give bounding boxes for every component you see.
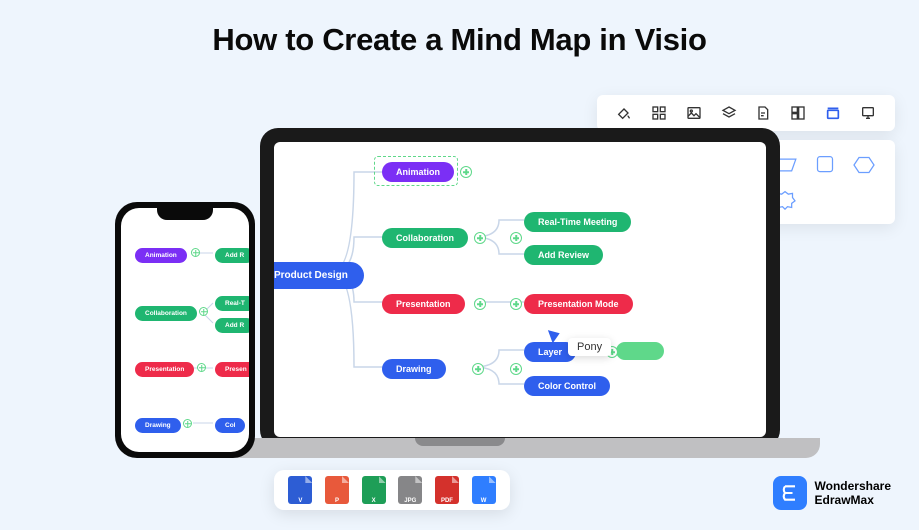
layout-icon[interactable] <box>789 104 807 122</box>
node-collaboration[interactable]: Collaboration <box>382 228 468 248</box>
phone-leaf-real[interactable]: Real-T <box>215 296 249 311</box>
grid-icon[interactable] <box>650 104 668 122</box>
laptop-hinge <box>415 438 505 446</box>
node-realtime[interactable]: Real-Time Meeting <box>524 212 631 232</box>
add-node-icon[interactable] <box>472 363 484 375</box>
phone-node-animation[interactable]: Animation <box>135 248 187 263</box>
format-word-icon: W <box>472 476 496 504</box>
paint-bucket-icon[interactable] <box>615 104 633 122</box>
brand-top: Wondershare <box>815 479 891 493</box>
phone-node-pres[interactable]: Presentation <box>135 362 194 377</box>
node-addreview[interactable]: Add Review <box>524 245 603 265</box>
format-excel-icon: X <box>362 476 386 504</box>
brand-bottom: EdrawMax <box>815 493 891 507</box>
page-title: How to Create a Mind Map in Visio <box>0 0 919 58</box>
phone-device: Animation Collaboration Presentation Dra… <box>115 202 255 458</box>
laptop-device: Product Design Animation Collaboration P… <box>260 128 780 448</box>
add-node-icon[interactable] <box>460 166 472 178</box>
format-jpg-icon: JPG <box>398 476 422 504</box>
shape-square[interactable] <box>812 155 838 175</box>
phone-screen: Animation Collaboration Presentation Dra… <box>121 208 249 452</box>
node-root[interactable]: Product Design <box>274 262 364 289</box>
node-presentation[interactable]: Presentation <box>382 294 465 314</box>
node-extra[interactable] <box>616 342 664 360</box>
add-node-icon[interactable] <box>510 363 522 375</box>
node-drawing[interactable]: Drawing <box>382 359 446 379</box>
file-formats-bar: V P X JPG PDF W <box>274 470 510 510</box>
image-icon[interactable] <box>685 104 703 122</box>
edrawmax-logo-icon <box>773 476 807 510</box>
phone-notch <box>157 208 213 220</box>
phone-node-draw[interactable]: Drawing <box>135 418 181 433</box>
phone-node-collab[interactable]: Collaboration <box>135 306 197 321</box>
shape-hexagon[interactable] <box>851 155 877 175</box>
connectors <box>274 142 766 437</box>
phone-leaf-col[interactable]: Col <box>215 418 245 433</box>
file-icon[interactable] <box>754 104 772 122</box>
add-node-icon[interactable] <box>510 298 522 310</box>
format-ppt-icon: P <box>325 476 349 504</box>
add-node-icon[interactable] <box>197 363 206 372</box>
add-node-icon[interactable] <box>199 307 208 316</box>
phone-leaf-pres[interactable]: Presen <box>215 362 249 377</box>
phone-leaf-add[interactable]: Add R <box>215 248 249 263</box>
toolbar-panel <box>597 95 895 131</box>
presentation-icon[interactable] <box>859 104 877 122</box>
add-node-icon[interactable] <box>510 232 522 244</box>
laptop-screen: Product Design Animation Collaboration P… <box>274 142 766 437</box>
format-visio-icon: V <box>288 476 312 504</box>
node-animation[interactable]: Animation <box>382 162 454 182</box>
add-node-icon[interactable] <box>474 232 486 244</box>
container-icon[interactable] <box>824 104 842 122</box>
brand-logo-block: Wondershare EdrawMax <box>773 476 891 510</box>
add-node-icon[interactable] <box>474 298 486 310</box>
laptop-base <box>220 438 820 458</box>
node-presmode[interactable]: Presentation Mode <box>524 294 633 314</box>
brand-text: Wondershare EdrawMax <box>815 479 891 508</box>
phone-leaf-add2[interactable]: Add R <box>215 318 249 333</box>
layers-icon[interactable] <box>720 104 738 122</box>
add-node-icon[interactable] <box>183 419 192 428</box>
node-colorcontrol[interactable]: Color Control <box>524 376 610 396</box>
format-pdf-icon: PDF <box>435 476 459 504</box>
cursor-user-label: Pony <box>568 338 611 356</box>
add-node-icon[interactable] <box>191 248 200 257</box>
